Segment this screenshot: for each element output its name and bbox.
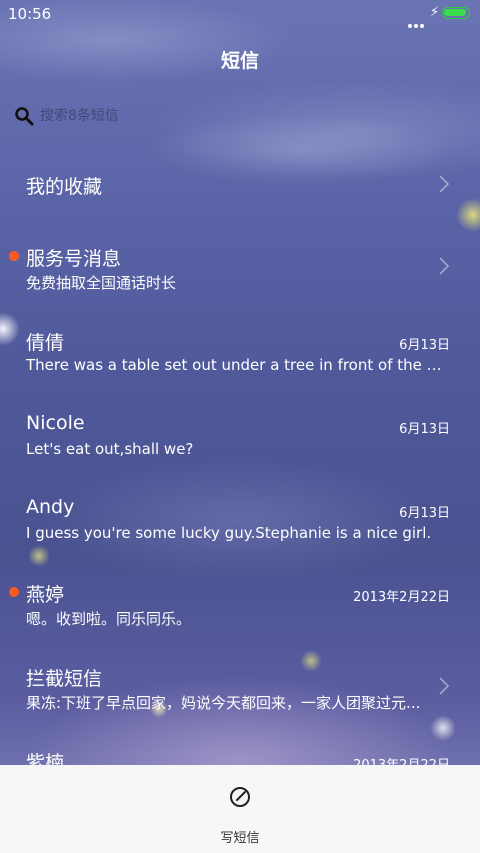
conversation-name: 拦截短信 [26, 668, 103, 690]
search-input[interactable] [38, 104, 442, 128]
conversation-date: 6月13日 [399, 506, 450, 521]
chevron-right-icon [439, 677, 450, 695]
conversation-date: 6月13日 [399, 422, 450, 437]
conversation-date: 6月13日 [399, 338, 450, 353]
compose-button[interactable]: 写短信 [200, 785, 280, 846]
status-bar: 10:56 ⚡ [0, 0, 480, 28]
search-bar[interactable] [14, 104, 454, 128]
conversation-preview: Let's eat out,shall we? [26, 440, 194, 458]
conversation-preview: 果冻:下班了早点回家，妈说今天都回来，一家人团聚过元... [26, 694, 421, 712]
conversation-date: 2013年2月22日 [353, 590, 450, 605]
compose-label: 写短信 [220, 831, 260, 846]
conversation-item[interactable]: 服务号消息 免费抽取全国通话时长 [0, 226, 480, 310]
bottom-bar: 写短信 [0, 765, 480, 853]
conversation-item[interactable]: 燕婷 2013年2月22日 嗯。收到啦。同乐同乐。 [0, 562, 480, 646]
conversation-item[interactable]: 拦截短信 果冻:下班了早点回家，妈说今天都回来，一家人团聚过元... [0, 646, 480, 730]
conversation-item[interactable]: 倩倩 6月13日 There was a table set out under… [0, 310, 480, 394]
battery-icon [442, 7, 470, 19]
conversation-name: Andy [26, 496, 75, 518]
conversation-item[interactable]: Andy 6月13日 I guess you're some lucky guy… [0, 478, 480, 562]
favorites-label: 我的收藏 [26, 176, 103, 198]
search-icon [15, 107, 34, 126]
page-title: 短信 [220, 50, 259, 72]
unread-dot [9, 587, 19, 597]
signal-icon [408, 13, 426, 32]
conversation-name: 倩倩 [26, 332, 65, 354]
conversation-name: Nicole [26, 412, 85, 434]
unread-dot [9, 251, 19, 261]
conversation-name: 服务号消息 [26, 248, 122, 270]
compose-icon [230, 787, 250, 807]
conversation-name: 燕婷 [26, 584, 65, 606]
charging-icon: ⚡ [430, 5, 440, 20]
chevron-right-icon [439, 257, 450, 275]
conversation-item[interactable]: Nicole 6月13日 Let's eat out,shall we? [0, 394, 480, 478]
favorites-item[interactable]: 我的收藏 [0, 142, 480, 226]
status-time: 10:56 [8, 5, 52, 23]
conversation-preview: 免费抽取全国通话时长 [26, 274, 177, 292]
chevron-right-icon [439, 175, 450, 193]
battery-level [444, 9, 466, 16]
conversation-preview: There was a table set out under a tree i… [26, 356, 446, 374]
conversation-preview: I guess you're some lucky guy.Stephanie … [26, 524, 432, 542]
conversation-preview: 嗯。收到啦。同乐同乐。 [26, 610, 192, 628]
